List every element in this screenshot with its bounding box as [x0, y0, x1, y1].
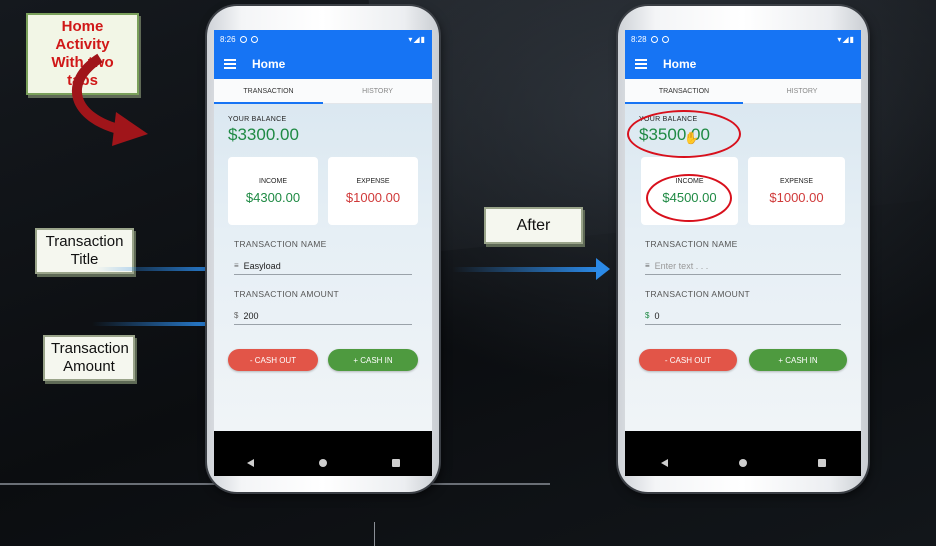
transaction-name-label: TRANSACTION NAME	[234, 239, 327, 249]
transaction-name-input[interactable]: ≡ Easyload	[234, 257, 412, 275]
tab-bar: TRANSACTION HISTORY	[214, 79, 432, 104]
phone-before: 8:26 ▾◢▮ Home TRANSACTION HISTORY YOUR B…	[207, 6, 439, 492]
phone-after: 8:28 ▾◢▮ Home TRANSACTION HISTORY YOUR B…	[618, 6, 868, 492]
status-time: 8:26	[220, 34, 236, 44]
text-lines-icon: ≡	[645, 261, 650, 270]
transaction-name-label: TRANSACTION NAME	[645, 239, 738, 249]
arrow-after-head	[596, 258, 610, 280]
transaction-amount-input[interactable]: $ 200	[234, 307, 412, 325]
menu-icon[interactable]	[224, 59, 236, 69]
arrow-after-shaft	[452, 267, 600, 272]
tab-history[interactable]: HISTORY	[743, 79, 861, 103]
notification-icon	[650, 35, 658, 43]
notification-icon	[239, 35, 247, 43]
screen: 8:28 ▾◢▮ Home TRANSACTION HISTORY YOUR B…	[625, 30, 861, 476]
button-row: - CASH OUT + CASH IN	[639, 349, 847, 371]
expense-value: $1000.00	[769, 189, 824, 205]
tab-transaction[interactable]: TRANSACTION	[625, 79, 743, 104]
transaction-amount-label: TRANSACTION AMOUNT	[645, 289, 751, 299]
tab-bar: TRANSACTION HISTORY	[625, 79, 861, 104]
app-bar: Home	[214, 48, 432, 79]
button-row: - CASH OUT + CASH IN	[228, 349, 418, 371]
sync-icon	[250, 35, 258, 43]
transaction-name-input[interactable]: ≡ Enter text . . .	[645, 257, 841, 275]
tab-history[interactable]: HISTORY	[323, 79, 432, 103]
transaction-amount-field: TRANSACTION AMOUNT $ 200	[234, 289, 412, 325]
tab-transaction[interactable]: TRANSACTION	[214, 79, 323, 104]
status-time: 8:28	[631, 34, 647, 44]
back-icon[interactable]	[246, 458, 254, 467]
app-bar: Home	[625, 48, 861, 79]
screen: 8:26 ▾◢▮ Home TRANSACTION HISTORY YOUR B…	[214, 30, 432, 476]
transaction-amount-input[interactable]: $ 0	[645, 307, 841, 325]
transaction-name-value: Easyload	[243, 260, 281, 271]
transaction-amount-label: TRANSACTION AMOUNT	[234, 289, 340, 299]
transaction-amount-field: TRANSACTION AMOUNT $ 0	[645, 289, 841, 325]
expense-label: EXPENSE	[356, 177, 390, 185]
transaction-content: YOUR BALANCE $3300.00 INCOME $4300.00 EX…	[214, 104, 432, 431]
app-title: Home	[663, 56, 697, 71]
menu-icon[interactable]	[635, 59, 647, 69]
cash-out-button[interactable]: - CASH OUT	[639, 349, 737, 371]
dollar-icon: $	[234, 311, 239, 320]
expense-label: EXPENSE	[779, 177, 814, 185]
status-bar: 8:26 ▾◢▮	[214, 30, 432, 48]
nav-bar	[625, 449, 861, 476]
hand-cursor-icon: ✋	[684, 131, 699, 145]
app-title: Home	[252, 56, 286, 71]
summary-cards: INCOME $4300.00 EXPENSE $1000.00	[228, 157, 418, 225]
dollar-icon: $	[645, 311, 650, 320]
cash-in-button[interactable]: + CASH IN	[749, 349, 847, 371]
income-label: INCOME	[259, 177, 287, 185]
sync-icon	[661, 35, 669, 43]
balance-label: YOUR BALANCE	[228, 116, 287, 123]
transaction-amount-value: 0	[654, 310, 660, 321]
expense-card: EXPENSE $1000.00	[328, 157, 418, 225]
expense-value: $1000.00	[345, 189, 401, 205]
home-icon[interactable]	[318, 458, 327, 467]
income-highlight-ellipse	[646, 174, 732, 222]
back-icon[interactable]	[660, 458, 668, 467]
income-value: $4300.00	[245, 189, 301, 205]
transaction-name-placeholder: Enter text . . .	[654, 260, 709, 271]
cash-out-button[interactable]: - CASH OUT	[228, 349, 318, 371]
arrow-amount-shaft	[92, 322, 222, 326]
home-icon[interactable]	[738, 458, 747, 467]
recents-icon[interactable]	[391, 458, 400, 467]
cash-in-button[interactable]: + CASH IN	[328, 349, 418, 371]
transaction-name-field: TRANSACTION NAME ≡ Enter text . . .	[645, 239, 841, 275]
nav-bar	[214, 449, 432, 476]
text-lines-icon: ≡	[234, 261, 239, 270]
transaction-name-field: TRANSACTION NAME ≡ Easyload	[234, 239, 412, 275]
income-card: INCOME $4300.00	[228, 157, 318, 225]
signal-battery-icons: ▾◢▮	[408, 34, 426, 44]
expense-card: EXPENSE $1000.00	[748, 157, 845, 225]
curved-red-arrow-head	[112, 112, 148, 146]
balance-value: $3300.00	[228, 125, 299, 144]
transaction-amount-value: 200	[243, 310, 259, 321]
signal-battery-icons: ▾◢▮	[837, 34, 855, 44]
recents-icon[interactable]	[817, 458, 826, 467]
status-bar: 8:28 ▾◢▮	[625, 30, 861, 48]
